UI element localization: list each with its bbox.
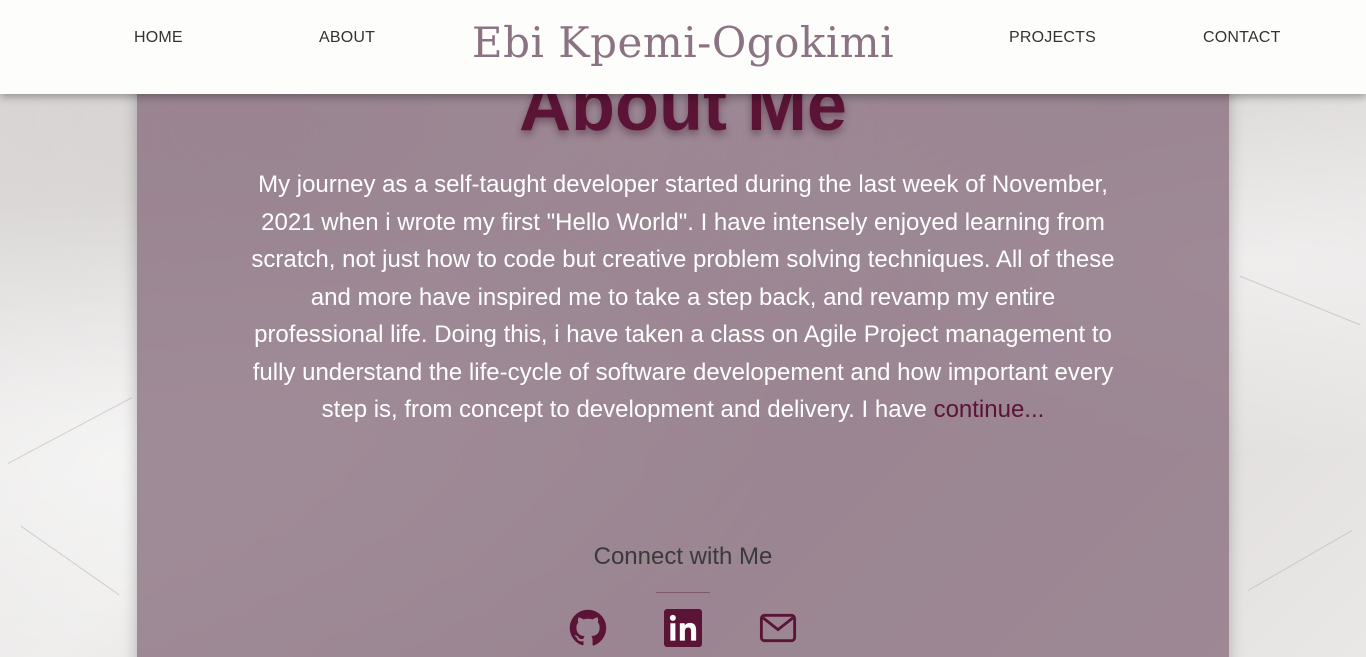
about-body-text: My journey as a self-taught developer st… bbox=[251, 171, 1115, 423]
marble-vein bbox=[7, 397, 133, 464]
github-link[interactable] bbox=[569, 609, 607, 647]
top-navbar: HOME ABOUT Ebi Kpemi-Ogokimi PROJECTS CO… bbox=[0, 0, 1366, 94]
mail-icon bbox=[759, 613, 797, 643]
email-link[interactable] bbox=[759, 609, 797, 647]
brand-link[interactable]: Ebi Kpemi-Ogokimi bbox=[472, 18, 894, 67]
connect-title: Connect with Me bbox=[593, 543, 773, 570]
continue-link[interactable]: continue... bbox=[934, 396, 1045, 423]
marble-vein bbox=[1239, 275, 1361, 326]
nav-projects[interactable]: PROJECTS bbox=[1009, 29, 1096, 47]
nav-contact[interactable]: CONTACT bbox=[1203, 29, 1281, 47]
brand-title: Ebi Kpemi-Ogokimi bbox=[0, 18, 1366, 67]
connect-divider bbox=[656, 592, 710, 593]
github-icon bbox=[569, 609, 607, 646]
linkedin-link[interactable] bbox=[664, 609, 702, 647]
linkedin-icon bbox=[664, 609, 702, 647]
about-paragraph: My journey as a self-taught developer st… bbox=[250, 166, 1116, 429]
